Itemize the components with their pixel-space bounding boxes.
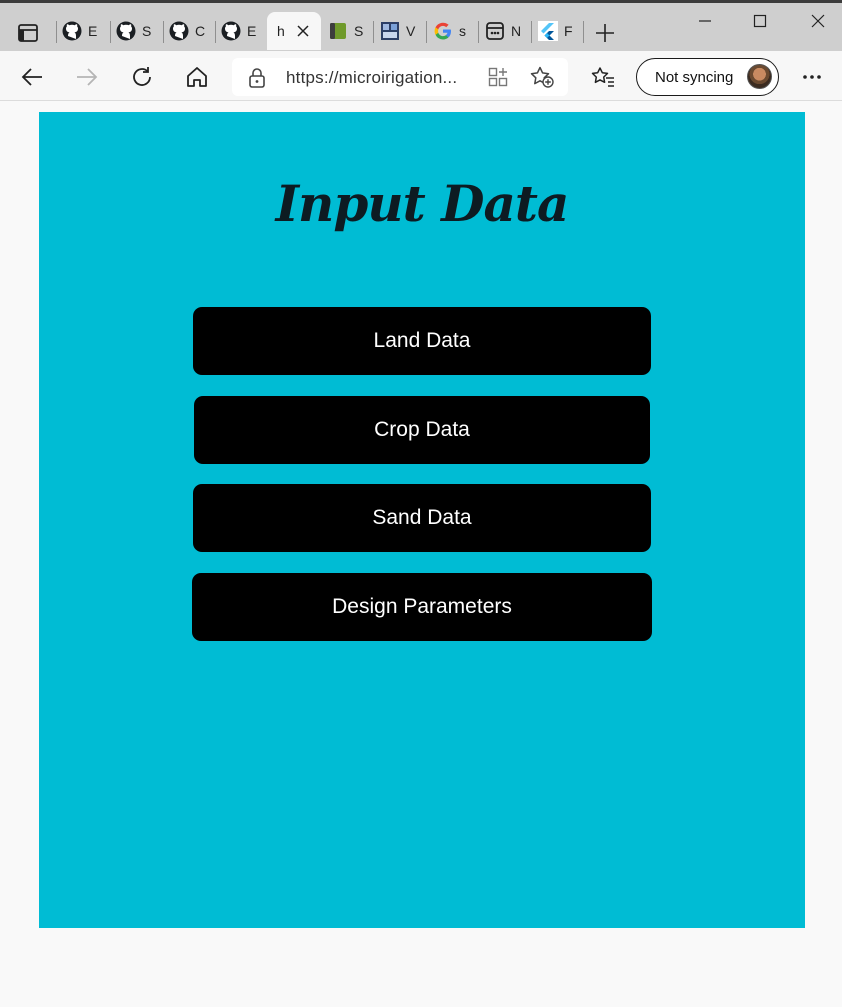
tab-separator bbox=[478, 21, 479, 43]
tab-title: S bbox=[354, 23, 364, 39]
tab-title: E bbox=[88, 23, 98, 39]
tab-9[interactable]: N bbox=[485, 12, 521, 50]
minimize-button[interactable] bbox=[690, 8, 720, 34]
app-available-icon[interactable] bbox=[488, 67, 508, 92]
tab-title: S bbox=[142, 23, 152, 39]
tab-title: C bbox=[195, 23, 205, 39]
tab-separator bbox=[426, 21, 427, 43]
profile-sync-button[interactable]: Not syncing bbox=[636, 58, 779, 96]
tab-2[interactable]: S bbox=[116, 12, 152, 50]
green-book-icon bbox=[328, 21, 348, 41]
address-bar[interactable]: https://microirigation... bbox=[232, 58, 568, 96]
tab-7[interactable]: V bbox=[380, 12, 416, 50]
sand-data-button[interactable]: Sand Data bbox=[193, 484, 651, 552]
tab-title: h bbox=[277, 23, 285, 39]
tab-title: s bbox=[459, 23, 466, 39]
input-data-panel: Input Data Land Data Crop Data Sand Data… bbox=[39, 112, 805, 928]
tab-title: E bbox=[247, 23, 257, 39]
land-data-button[interactable]: Land Data bbox=[193, 307, 651, 375]
crop-data-button[interactable]: Crop Data bbox=[194, 396, 650, 464]
tab-separator bbox=[531, 21, 532, 43]
favorites-icon bbox=[591, 67, 614, 87]
tab-title: F bbox=[564, 23, 573, 39]
favorites-button[interactable] bbox=[587, 61, 619, 93]
plus-icon bbox=[596, 24, 614, 42]
tab-title: N bbox=[511, 23, 521, 39]
github-icon bbox=[62, 21, 82, 41]
tab-separator bbox=[583, 21, 584, 43]
video-app-icon bbox=[380, 21, 400, 41]
browser-toolbar: https://microirigation... Not syncing bbox=[0, 51, 842, 101]
google-icon bbox=[433, 21, 453, 41]
tab-separator bbox=[163, 21, 164, 43]
tab-separator bbox=[215, 21, 216, 43]
add-favorite-icon[interactable] bbox=[530, 66, 554, 93]
tab-3[interactable]: C bbox=[169, 12, 205, 50]
tab-8[interactable]: s bbox=[433, 12, 469, 50]
tab-6[interactable]: S bbox=[328, 12, 364, 50]
page-title: Input Data bbox=[275, 174, 570, 233]
sync-status-label: Not syncing bbox=[655, 69, 734, 86]
design-parameters-button[interactable]: Design Parameters bbox=[192, 573, 652, 641]
new-tab-button[interactable] bbox=[592, 20, 618, 46]
vertical-tabs-button[interactable] bbox=[8, 13, 48, 53]
github-icon bbox=[221, 21, 241, 41]
tab-4[interactable]: E bbox=[221, 12, 257, 50]
arrow-right-icon bbox=[77, 68, 98, 86]
forward-button[interactable] bbox=[71, 61, 103, 93]
url-text: https://microirigation... bbox=[286, 68, 458, 87]
maximize-button[interactable] bbox=[745, 8, 775, 34]
refresh-button[interactable] bbox=[126, 61, 158, 93]
tab-actions-icon bbox=[18, 24, 38, 42]
lock-icon[interactable] bbox=[248, 68, 266, 93]
arrow-left-icon bbox=[21, 68, 42, 86]
settings-more-button[interactable] bbox=[796, 61, 828, 93]
github-icon bbox=[169, 21, 189, 41]
close-icon bbox=[811, 14, 825, 28]
close-window-button[interactable] bbox=[803, 8, 833, 34]
back-button[interactable] bbox=[16, 61, 48, 93]
more-icon bbox=[803, 75, 821, 79]
close-tab-icon[interactable] bbox=[295, 23, 311, 39]
tab-separator bbox=[56, 21, 57, 43]
tab-10[interactable]: F bbox=[538, 12, 574, 50]
tab-1[interactable]: E bbox=[62, 12, 98, 50]
tab-title: V bbox=[406, 23, 416, 39]
github-icon bbox=[116, 21, 136, 41]
app-window-icon bbox=[485, 21, 505, 41]
tab-separator bbox=[373, 21, 374, 43]
tab-separator bbox=[110, 21, 111, 43]
flutter-icon bbox=[538, 21, 558, 41]
avatar bbox=[747, 64, 772, 89]
refresh-icon bbox=[133, 67, 151, 86]
home-button[interactable] bbox=[181, 61, 213, 93]
home-icon bbox=[187, 67, 207, 87]
maximize-icon bbox=[753, 14, 767, 28]
tab-active[interactable]: h bbox=[267, 12, 321, 50]
minimize-icon bbox=[699, 20, 711, 22]
